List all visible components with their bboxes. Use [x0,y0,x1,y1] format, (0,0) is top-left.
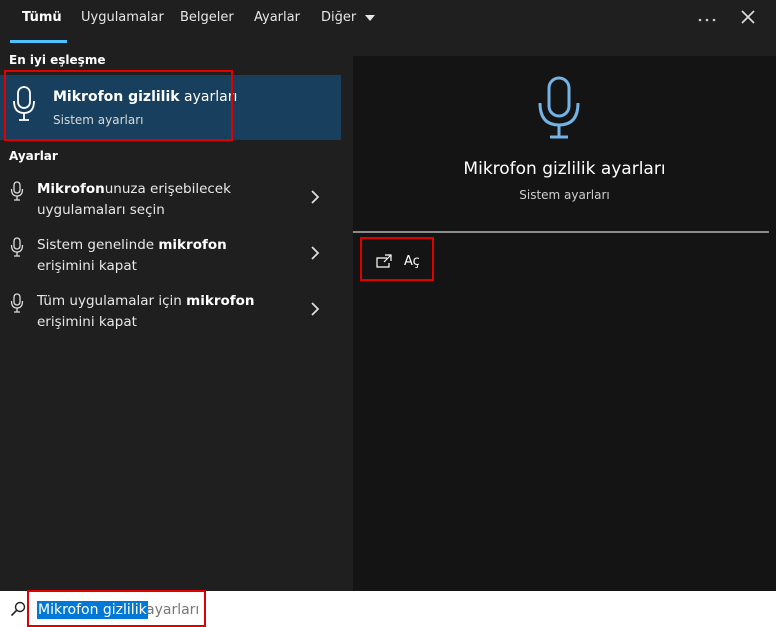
chevron-down-icon [365,14,376,21]
chevron-right-icon[interactable] [309,189,321,205]
top-tab-bar: Tümü Uygulamalar Belgeler Ayarlar Diğer [0,0,776,43]
tab-all[interactable]: Tümü [22,0,62,43]
microphone-icon [10,293,24,313]
settings-result-item[interactable]: Mikrofonunuza erişebilecek uygulamaları … [0,179,341,235]
search-icon [10,601,26,617]
tab-settings[interactable]: Ayarlar [254,0,300,43]
preview-card: Mikrofon gizlilik ayarları Sistem ayarla… [353,56,776,591]
tab-documents[interactable]: Belgeler [180,0,234,43]
preview-subtitle: Sistem ayarları [519,188,610,202]
preview-panel: Mikrofon gizlilik ayarları Sistem ayarla… [341,43,776,591]
results-panel: En iyi eşleşme Mikrofon gizlilik ayarlar… [0,43,341,591]
result-label: Sistem genelinde mikrofon erişimini kapa… [37,237,227,274]
settings-section-label: Ayarlar [9,149,58,163]
result-label: Mikrofonunuza erişebilecek uygulamaları … [37,181,231,218]
settings-result-item[interactable]: Tüm uygulamalar için mikrofon erişimini … [0,291,341,347]
ellipsis-icon[interactable] [697,7,719,27]
highlight-box-best-match [4,70,233,141]
tab-apps[interactable]: Uygulamalar [81,0,164,43]
result-label: Tüm uygulamalar için mikrofon erişimini … [37,293,255,330]
tab-more-label: Diğer [321,10,357,25]
microphone-icon [10,237,24,257]
settings-result-item[interactable]: Sistem genelinde mikrofon erişimini kapa… [0,235,341,291]
microphone-icon [538,76,580,139]
chevron-right-icon[interactable] [309,245,321,261]
highlight-box-open [360,237,434,281]
highlight-box-search [27,590,206,627]
best-match-label: En iyi eşleşme [9,53,106,67]
chevron-right-icon[interactable] [309,301,321,317]
preview-title: Mikrofon gizlilik ayarları [463,159,666,179]
microphone-icon [10,181,24,201]
tab-more[interactable]: Diğer [321,0,376,43]
preview-divider [353,231,769,233]
search-bar[interactable]: Mikrofon gizlilik ayarları [0,590,776,627]
close-icon[interactable] [738,7,760,29]
